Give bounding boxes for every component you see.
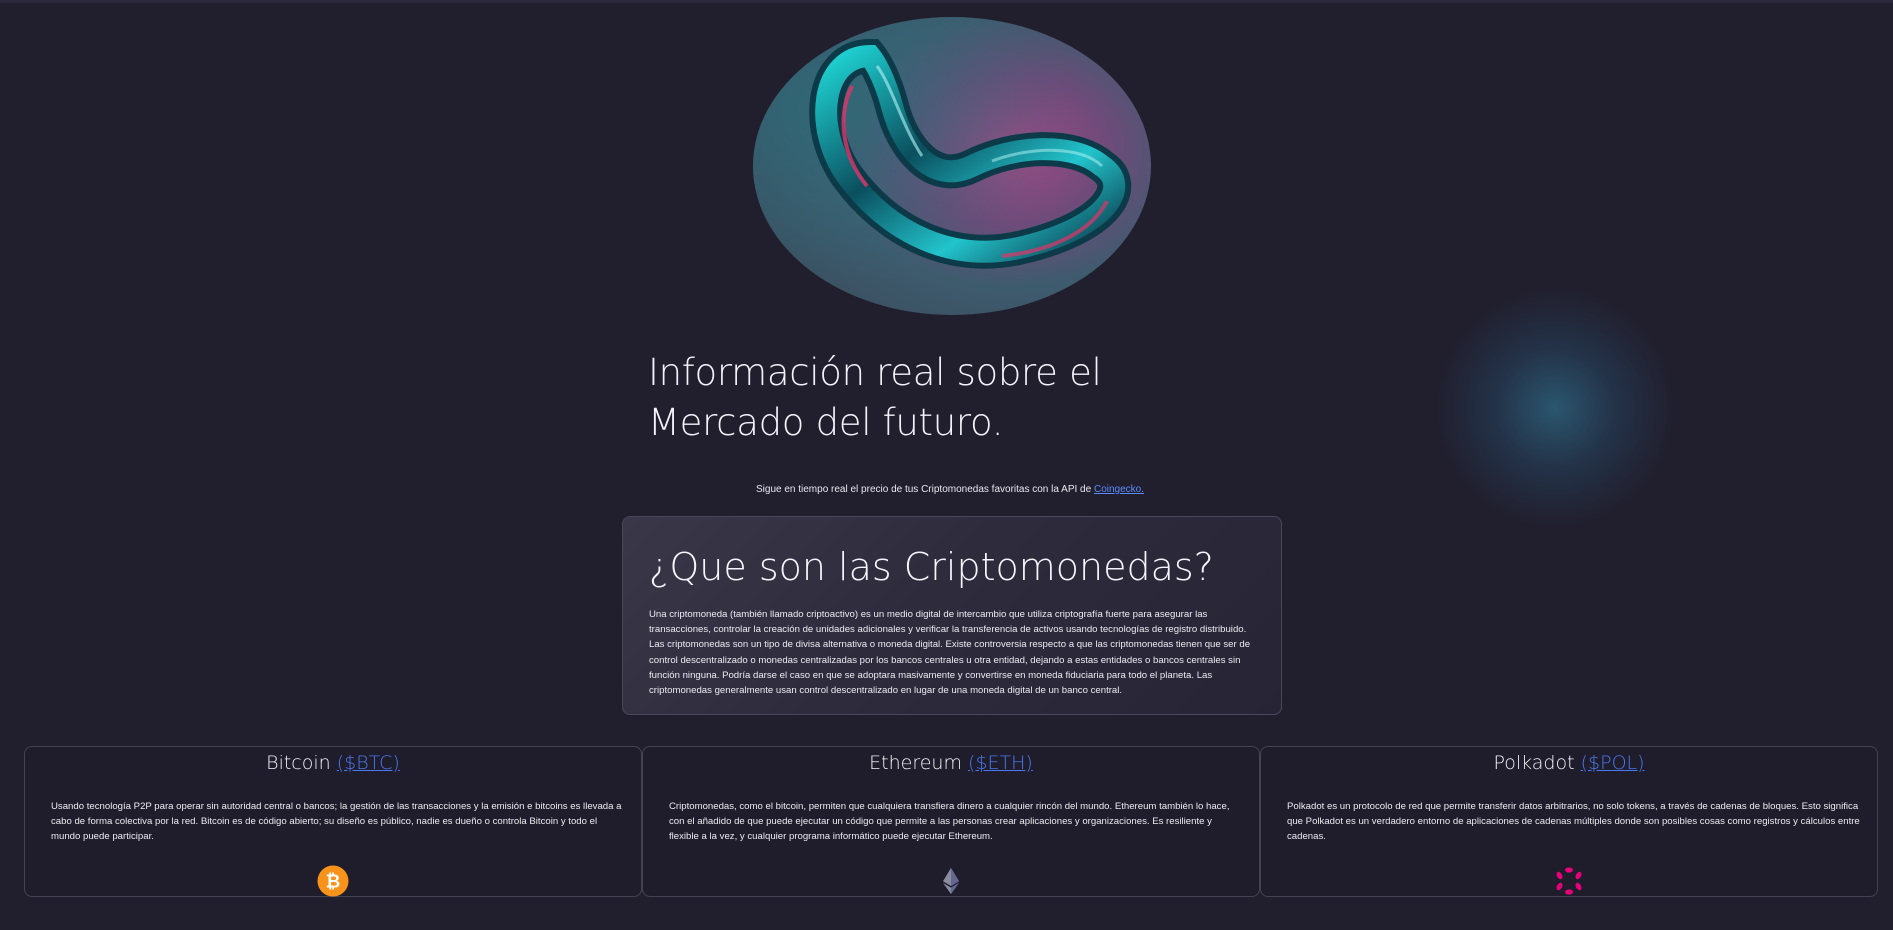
coingecko-link[interactable]: Coingecko. xyxy=(1094,484,1144,495)
about-crypto-card: ¿Que son las Criptomonedas? Una criptomo… xyxy=(622,516,1282,715)
about-body: Una criptomoneda (también llamado cripto… xyxy=(649,609,1251,697)
ethereum-icon xyxy=(935,865,967,897)
infinity-art-image xyxy=(753,17,1151,315)
coin-card-bitcoin: Bitcoin ($BTC) Usando tecnología P2P par… xyxy=(24,746,642,897)
coin-description: Polkadot es un protocolo de red que perm… xyxy=(1287,801,1860,843)
hero-image xyxy=(752,16,1152,316)
coin-name: Polkadot xyxy=(1493,752,1575,774)
coin-ticker-link[interactable]: ($POL) xyxy=(1581,752,1645,774)
bitcoin-icon: ₿ xyxy=(317,865,349,897)
svg-text:₿: ₿ xyxy=(326,872,341,893)
coin-title: Bitcoin ($BTC) xyxy=(25,749,641,777)
about-heading: ¿Que son las Criptomonedas? xyxy=(649,545,1214,589)
coin-title: Ethereum ($ETH) xyxy=(643,749,1259,777)
api-subtitle: Sigue en tiempo real el precio de tus Cr… xyxy=(500,484,1400,495)
coin-description: Criptomonedas, como el bitcoin, permiten… xyxy=(669,801,1230,843)
subtitle-text: Sigue en tiempo real el precio de tus Cr… xyxy=(755,484,1092,495)
coin-card-ethereum: Ethereum ($ETH) Criptomonedas, como el b… xyxy=(642,746,1260,897)
coin-ticker-link[interactable]: ($BTC) xyxy=(337,752,400,774)
polkadot-icon xyxy=(1553,865,1585,897)
top-border xyxy=(0,0,1893,3)
coin-card-polkadot: Polkadot ($POL) Polkadot es un protocolo… xyxy=(1260,746,1878,897)
coin-name: Bitcoin xyxy=(266,752,331,774)
coin-ticker-link[interactable]: ($ETH) xyxy=(968,752,1033,774)
coin-title: Polkadot ($POL) xyxy=(1261,749,1877,777)
coin-cards: Bitcoin ($BTC) Usando tecnología P2P par… xyxy=(24,746,1880,897)
background-glow xyxy=(1435,288,1675,528)
coin-name: Ethereum xyxy=(869,752,962,774)
page-title: Información real sobre el Mercado del fu… xyxy=(648,351,1102,444)
coin-description: Usando tecnología P2P para operar sin au… xyxy=(51,801,622,843)
